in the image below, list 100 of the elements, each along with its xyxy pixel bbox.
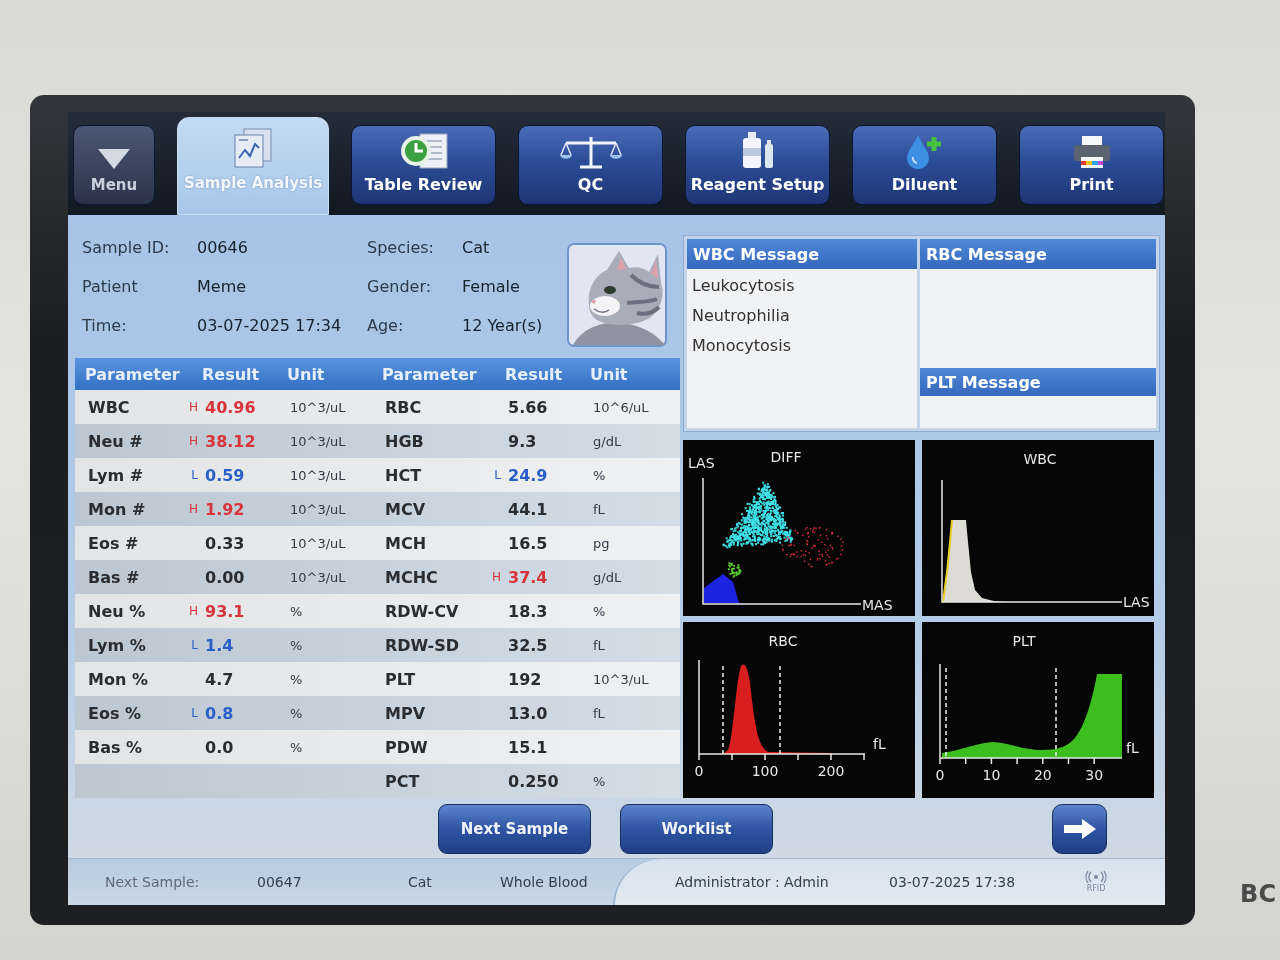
column-header: Unit — [590, 364, 629, 384]
unit-label: fL — [593, 705, 605, 721]
message-text: Leukocytosis — [692, 275, 796, 297]
action-button[interactable]: Next Sample — [438, 804, 591, 854]
parameter-name: MCHC — [385, 567, 439, 587]
bottles-icon — [740, 131, 775, 169]
result-value: 13.0 — [508, 703, 549, 723]
result-value: 38.12 — [205, 431, 257, 451]
chart-title: WBC — [1023, 451, 1057, 467]
unit-label: pg — [593, 535, 610, 551]
result-value: 5.66 — [508, 397, 549, 417]
wireless-signal-icon — [1085, 871, 1107, 883]
parameter-name: PCT — [385, 771, 421, 791]
unit-label: fL — [593, 637, 605, 653]
clock-document-icon — [399, 133, 448, 169]
action-button[interactable]: Worklist — [620, 804, 773, 854]
tick-label: 200 — [817, 763, 845, 779]
toolbar-tab[interactable]: Diluent — [852, 125, 997, 205]
unit-label: 10^3/uL — [593, 671, 649, 687]
unit-label: % — [290, 705, 303, 721]
parameter-name: Lym # — [88, 465, 145, 485]
toolbar-tab[interactable]: QC — [518, 125, 663, 205]
result-value: 1.4 — [205, 635, 235, 655]
message-text: Neutrophilia — [692, 305, 791, 327]
result-value: 0.59 — [205, 465, 246, 485]
flag-marker: H — [188, 400, 198, 414]
parameter-name: Neu % — [88, 601, 147, 621]
result-value: 24.9 — [508, 465, 549, 485]
axis-label: LAS — [688, 455, 715, 471]
balance-scale-icon — [559, 135, 622, 169]
message-header: RBC Message — [920, 239, 1156, 269]
parameter-name: Mon % — [88, 669, 149, 689]
spread-point-cluster — [781, 526, 844, 568]
toolbar-tab[interactable]: Reagent Setup — [685, 125, 830, 205]
result-value: 0.250 — [508, 771, 560, 791]
flag-marker: L — [191, 638, 198, 652]
column-header: Result — [202, 364, 261, 384]
field-value: 03-07-2025 17:34 — [197, 316, 343, 335]
status-value: Cat — [408, 874, 433, 890]
field-value: 12 Year(s) — [462, 316, 544, 335]
result-value: 15.1 — [508, 737, 549, 757]
toolbar-tab[interactable]: Table Review — [351, 125, 496, 205]
chart-document-icon — [234, 128, 272, 168]
status-value: Whole Blood — [500, 874, 589, 890]
field-label: Species: — [367, 238, 435, 257]
parameter-name: HCT — [385, 465, 423, 485]
unit-label: 10^3/uL — [290, 535, 346, 551]
chart-title: RBC — [768, 633, 798, 649]
result-value: 0.00 — [205, 567, 246, 587]
flag-marker: H — [188, 434, 198, 448]
unit-label: 10^3/uL — [290, 569, 346, 585]
flag-marker: H — [491, 570, 501, 584]
unit-label: % — [290, 739, 303, 755]
device-label: BC — [1240, 880, 1277, 908]
printer-icon — [1071, 135, 1112, 169]
result-value: 32.5 — [508, 635, 549, 655]
unit-label: 10^3/uL — [290, 433, 346, 449]
chart-title: DIFF — [770, 449, 802, 465]
result-value: 44.1 — [508, 499, 549, 519]
unit-label: g/dL — [593, 433, 622, 449]
parameter-name: RDW-SD — [385, 635, 460, 655]
menu-button[interactable]: Menu — [73, 125, 155, 205]
result-value: 192 — [508, 669, 543, 689]
parameter-name: Eos # — [88, 533, 140, 553]
unit-label: fL — [593, 501, 605, 517]
unit-label: fL — [873, 736, 886, 752]
field-label: Sample ID: — [82, 238, 171, 257]
unit-label: 10^3/uL — [290, 399, 346, 415]
field-label: Age: — [367, 316, 405, 335]
field-value: Cat — [462, 238, 491, 257]
unit-label: % — [290, 603, 303, 619]
next-arrow-button[interactable] — [1052, 804, 1107, 854]
chart-title: PLT — [1012, 633, 1036, 649]
tick-label: 0 — [935, 767, 945, 783]
parameter-name: Bas # — [88, 567, 141, 587]
status-value: 00647 — [257, 874, 303, 890]
parameter-name: PLT — [385, 669, 417, 689]
parameter-name: MCV — [385, 499, 427, 519]
field-value: 00646 — [197, 238, 249, 257]
message-header: PLT Message — [920, 368, 1156, 396]
unit-label: fL — [1126, 740, 1139, 756]
user-name: Administrator : Admin — [675, 874, 830, 890]
result-value: 0.8 — [205, 703, 235, 723]
unit-label: % — [290, 671, 303, 687]
result-value: 0.0 — [205, 737, 235, 757]
axis-label: MAS — [862, 597, 893, 613]
parameter-name: HGB — [385, 431, 425, 451]
parameter-name: Eos % — [88, 703, 143, 723]
flag-marker: L — [494, 468, 501, 482]
field-value: Female — [462, 277, 521, 296]
parameter-name: Bas % — [88, 737, 144, 757]
toolbar-tab[interactable]: Print — [1019, 125, 1164, 205]
date-time: 03-07-2025 17:38 — [889, 874, 1017, 890]
result-value: 18.3 — [508, 601, 549, 621]
unit-label: 10^3/uL — [290, 501, 346, 517]
field-label: Time: — [82, 316, 128, 335]
unit-label: % — [593, 467, 606, 483]
field-value: Meme — [197, 277, 248, 296]
column-header: Parameter — [382, 364, 478, 384]
dense-corner-cluster — [704, 574, 739, 603]
